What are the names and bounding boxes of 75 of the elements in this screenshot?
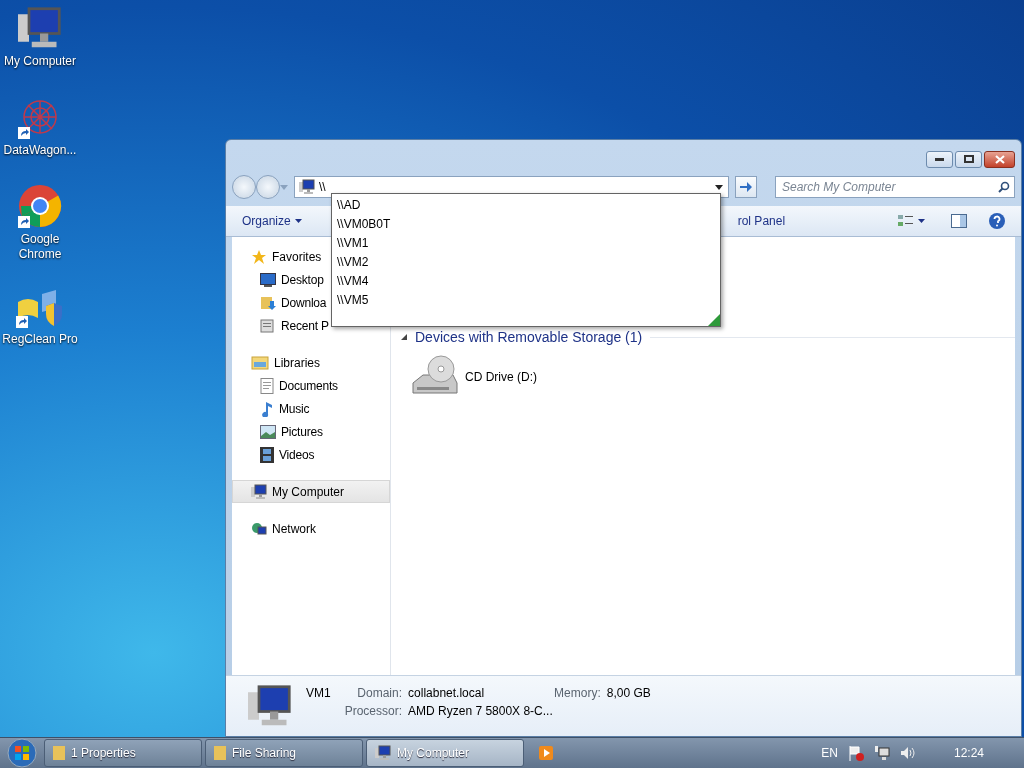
start-orb-icon[interactable] [7,738,37,768]
organize-button[interactable]: Organize [236,211,308,231]
control-panel-button[interactable]: rol Panel [731,211,792,231]
help-icon [989,213,1005,229]
media-player-icon[interactable] [539,746,553,760]
field-label: Memory: [554,686,601,700]
clock[interactable]: 12:24 [953,746,984,760]
search-field[interactable]: Search My Computer [775,176,1015,198]
shortcut-arrow-icon [18,127,30,139]
drive-label[interactable]: CD Drive (D:) [465,370,537,384]
shortcut-arrow-icon [18,216,30,228]
folder-icon [214,745,226,761]
computer-icon [248,684,292,728]
restore-icon [963,155,974,163]
recent-places-icon [260,317,276,334]
flag-error-icon[interactable] [847,745,864,761]
preview-pane-icon [951,214,967,228]
language-indicator[interactable]: EN [821,746,838,760]
desktop-icon-label[interactable]: RegClean Pro [0,332,82,347]
computer-icon [375,745,391,761]
caret-icon [280,184,288,190]
field-value: 8,00 GB [606,686,651,700]
folder-icon [53,745,65,761]
sidebar-item[interactable]: Pictures [232,420,390,443]
star-icon [251,248,267,265]
close-icon [994,154,1005,164]
desktop-icon-label[interactable]: Google Chrome [0,232,82,262]
network-globe-icon [251,520,267,537]
collapse-triangle-icon[interactable] [401,334,407,340]
minimize-button[interactable] [926,150,953,168]
view-list-icon [898,214,914,228]
field-label: Processor: [344,704,403,718]
sidebar-item[interactable]: Music [232,397,390,420]
group-heading[interactable]: Devices with Removable Storage (1) [415,329,643,345]
suggestion-item[interactable]: \\VM0B0T [336,215,720,234]
sidebar-item[interactable]: Documents [232,374,390,397]
close-button[interactable] [984,150,1015,168]
speaker-icon[interactable] [899,745,916,761]
suggestion-item[interactable]: \\AD [336,196,720,215]
suggestion-item[interactable]: \\VM5 [336,291,720,310]
sidebar-item[interactable]: Recent P [232,314,390,337]
music-note-icon [260,400,274,417]
picture-icon [260,424,276,439]
computer-name: VM1 [306,686,331,700]
computer-icon [18,6,62,50]
desktop-icon-label[interactable]: My Computer [0,54,82,69]
film-icon [260,446,274,463]
desktop-icon [260,272,276,287]
suggestion-item[interactable]: \\VM4 [336,272,720,291]
computer-icon [251,483,267,500]
sidebar-item[interactable]: My Computer [232,480,390,503]
arrow-right-icon [740,182,752,192]
network-icon[interactable] [873,745,890,761]
computer-icon [299,179,315,195]
sidebar-item[interactable]: Videos [232,443,390,466]
caret-icon [918,219,925,223]
resize-grip-icon[interactable] [708,314,720,326]
suggestion-item[interactable]: \\VM1 [336,234,720,253]
caret-icon [294,219,302,223]
search-icon [998,181,1010,193]
field-label: Domain: [356,686,403,700]
sidebar-item[interactable]: Libraries [232,351,390,374]
shortcut-arrow-icon [16,316,28,328]
library-folder-icon [251,354,269,371]
desktop-icon-label[interactable]: DataWagon... [0,143,82,158]
field-value: collabnet.local [408,686,486,700]
go-button[interactable] [735,176,757,198]
suggestion-item[interactable]: \\VM2 [336,253,720,272]
document-icon [260,377,274,394]
minimize-icon [935,157,944,161]
folder-download-icon [260,294,276,311]
caret-icon[interactable] [715,185,723,190]
chrome-logo-icon [18,184,62,228]
maximize-button[interactable] [955,150,982,168]
sidebar-item[interactable]: Network [232,517,390,540]
